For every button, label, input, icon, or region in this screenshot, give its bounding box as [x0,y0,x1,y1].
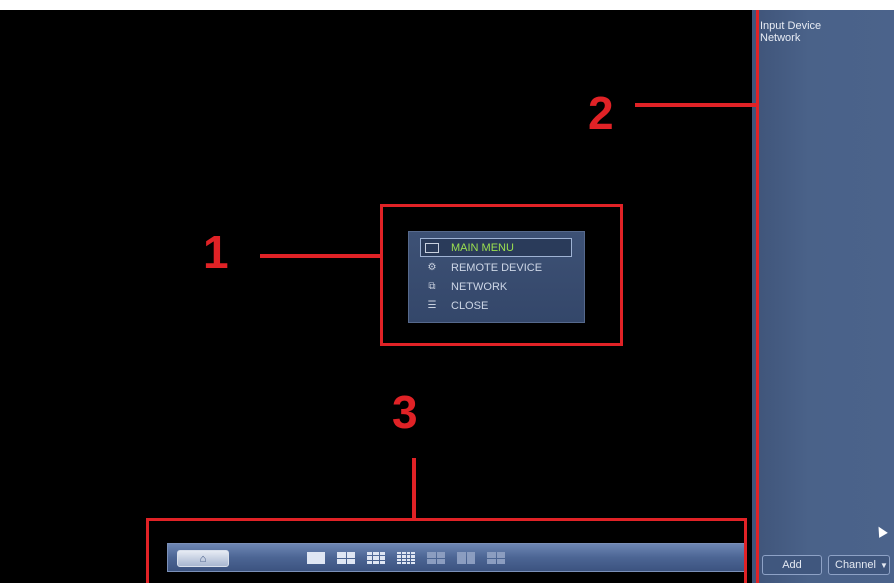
device-tree: Input Device Network [760,20,821,44]
network-item[interactable]: Network [760,32,821,44]
annotation-line-3 [412,458,416,518]
channel-select-label: Channel [835,559,876,571]
annotation-line-1 [260,254,380,258]
annotation-box-3 [146,518,747,583]
annotation-label-1: 1 [203,226,229,278]
annotation-line-2 [635,103,758,107]
annotation-label-2: 2 [588,87,614,139]
annotation-box-2 [756,10,766,583]
annotation-box-1 [380,204,623,346]
annotation-label-3: 3 [392,386,418,438]
channel-select[interactable]: Channel ▼ [828,555,890,575]
add-button[interactable]: Add [762,555,822,575]
device-panel: Input Device Network Add Channel ▼ [752,10,894,583]
video-display-area[interactable] [0,10,752,583]
input-device-item[interactable]: Input Device [760,20,821,32]
chevron-down-icon: ▼ [879,560,888,570]
